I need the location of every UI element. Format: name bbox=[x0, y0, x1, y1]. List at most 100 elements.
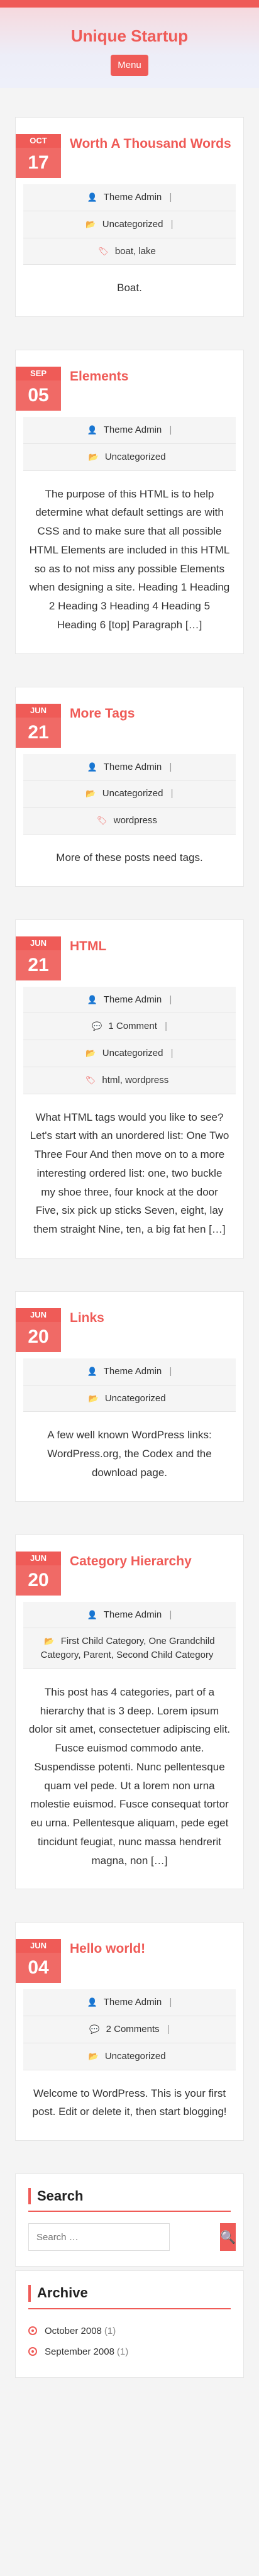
meta-separator: | bbox=[169, 994, 172, 1005]
archive-item: September 2008 (1) bbox=[28, 2341, 231, 2362]
post-meta-row: 📂 Uncategorized | bbox=[23, 211, 236, 238]
post-meta-text[interactable]: wordpress bbox=[114, 815, 157, 826]
post-date: JUN 21 bbox=[16, 703, 61, 748]
post-title[interactable]: Elements bbox=[70, 368, 128, 385]
search-button[interactable]: 🔍 bbox=[220, 2223, 236, 2251]
user-icon: 👤 bbox=[87, 1609, 97, 1619]
main-content: OCT 17 Worth A Thousand Words 👤 Theme Ad… bbox=[0, 88, 259, 2378]
archive-link[interactable]: October 2008 bbox=[45, 2326, 102, 2336]
post-date-day: 04 bbox=[16, 1953, 61, 1984]
search-icon: 🔍 bbox=[220, 2230, 236, 2245]
post-meta: 👤 Theme Admin | 📂 Uncategorized | 🏷 boat… bbox=[23, 184, 236, 265]
post-date: OCT 17 bbox=[16, 134, 61, 178]
post-title[interactable]: Category Hierarchy bbox=[70, 1553, 192, 1570]
site-header: Unique Startup Menu bbox=[0, 8, 259, 88]
post-meta-row: 👤 Theme Admin | bbox=[23, 1989, 236, 2016]
post-title[interactable]: Worth A Thousand Words bbox=[70, 135, 231, 152]
post-meta-text[interactable]: boat, lake bbox=[115, 246, 156, 257]
folder-icon: 📂 bbox=[85, 219, 96, 229]
post-excerpt: What HTML tags would you like to see? Le… bbox=[30, 1111, 229, 1236]
post-meta-text[interactable]: Theme Admin bbox=[104, 1609, 162, 1620]
post-list: OCT 17 Worth A Thousand Words 👤 Theme Ad… bbox=[15, 117, 244, 2141]
post-date: JUN 04 bbox=[16, 1939, 61, 1984]
comment-icon: 💬 bbox=[92, 1021, 102, 1031]
post-meta-row: 📂 Uncategorized | bbox=[23, 1040, 236, 1067]
post-meta-row: 📂 Uncategorized bbox=[23, 1385, 236, 1413]
post-meta-row: 🏷 wordpress bbox=[23, 808, 236, 835]
post-meta-text[interactable]: Uncategorized bbox=[105, 2051, 166, 2062]
user-icon: 👤 bbox=[87, 192, 97, 202]
post-header: JUN 20 Links bbox=[16, 1307, 236, 1352]
post-meta-text[interactable]: Theme Admin bbox=[104, 994, 162, 1005]
post-meta-text[interactable]: Uncategorized bbox=[105, 452, 166, 462]
post-meta-text[interactable]: 2 Comments bbox=[106, 2024, 160, 2035]
post-meta-text[interactable]: Uncategorized bbox=[102, 1048, 163, 1058]
post-meta-text[interactable]: Theme Admin bbox=[104, 1366, 162, 1377]
post-card: OCT 17 Worth A Thousand Words 👤 Theme Ad… bbox=[15, 117, 244, 317]
widget-divider bbox=[28, 2211, 231, 2212]
post-header: JUN 21 More Tags bbox=[16, 703, 236, 748]
post-meta-row: 📂 First Child Category, One Grandchild C… bbox=[23, 1628, 236, 1669]
post-meta-row: 👤 Theme Admin | bbox=[23, 1358, 236, 1385]
post-meta-text[interactable]: Theme Admin bbox=[104, 425, 162, 435]
tag-icon: 🏷 bbox=[98, 246, 109, 256]
post-meta-text[interactable]: Theme Admin bbox=[104, 1997, 162, 2007]
post-meta: 👤 Theme Admin | 💬 1 Comment | 📂 Uncatego… bbox=[23, 986, 236, 1094]
post-meta-text[interactable]: Uncategorized bbox=[102, 788, 163, 799]
tag-icon: 🏷 bbox=[97, 816, 107, 825]
post-meta-row: 👤 Theme Admin | bbox=[23, 184, 236, 211]
post-header: OCT 17 Worth A Thousand Words bbox=[16, 134, 236, 178]
meta-separator: | bbox=[167, 2024, 170, 2035]
post-title[interactable]: HTML bbox=[70, 938, 106, 955]
meta-separator: | bbox=[169, 425, 172, 435]
post-header: JUN 20 Category Hierarchy bbox=[16, 1551, 236, 1596]
circle-dot-icon bbox=[28, 2347, 37, 2357]
post-meta-text[interactable]: Theme Admin bbox=[104, 192, 162, 203]
search-input[interactable] bbox=[28, 2223, 170, 2251]
post-date: JUN 20 bbox=[16, 1307, 61, 1352]
post-excerpt: Boat. bbox=[117, 282, 142, 294]
meta-separator: | bbox=[169, 1609, 172, 1620]
archive-count: (1) bbox=[104, 2325, 116, 2336]
post-title[interactable]: Hello world! bbox=[70, 1940, 145, 1957]
post-meta-row: 📂 Uncategorized bbox=[23, 2043, 236, 2070]
post-meta-row: 👤 Theme Admin | bbox=[23, 417, 236, 444]
post-date: SEP 05 bbox=[16, 367, 61, 411]
site-title[interactable]: Unique Startup bbox=[0, 26, 259, 46]
comment-icon: 💬 bbox=[89, 2024, 100, 2034]
post-date-day: 20 bbox=[16, 1321, 61, 1352]
post-date-day: 17 bbox=[16, 148, 61, 178]
post-meta-text[interactable]: First Child Category, One Grandchild Cat… bbox=[41, 1636, 215, 1660]
post-excerpt: This post has 4 categories, part of a hi… bbox=[28, 1685, 231, 1867]
post-meta-text[interactable]: html, wordpress bbox=[102, 1075, 168, 1085]
post-meta-row: 📂 Uncategorized bbox=[23, 443, 236, 471]
post-title[interactable]: Links bbox=[70, 1309, 104, 1326]
user-icon: 👤 bbox=[87, 1997, 97, 2007]
post-meta-text[interactable]: Uncategorized bbox=[105, 1393, 166, 1404]
post-meta: 👤 Theme Admin | 📂 Uncategorized bbox=[23, 1358, 236, 1413]
post-meta-row: 👤 Theme Admin | bbox=[23, 986, 236, 1014]
post-card: JUN 04 Hello world! 👤 Theme Admin | 💬 2 … bbox=[15, 1922, 244, 2141]
archive-link[interactable]: September 2008 bbox=[45, 2346, 114, 2357]
menu-button[interactable]: Menu bbox=[111, 55, 148, 76]
meta-separator: | bbox=[170, 788, 174, 799]
post-meta-text[interactable]: Theme Admin bbox=[104, 762, 162, 772]
user-icon: 👤 bbox=[87, 1366, 97, 1376]
post-date-month: JUN bbox=[16, 1551, 61, 1565]
post-card: JUN 21 More Tags 👤 Theme Admin | 📂 Uncat… bbox=[15, 686, 244, 887]
post-meta: 👤 Theme Admin | 📂 First Child Category, … bbox=[23, 1601, 236, 1669]
post-date-month: SEP bbox=[16, 367, 61, 380]
post-meta: 👤 Theme Admin | 💬 2 Comments | 📂 Uncateg… bbox=[23, 1989, 236, 2070]
meta-separator: | bbox=[169, 1997, 172, 2008]
post-title[interactable]: More Tags bbox=[70, 705, 135, 722]
post-date-day: 21 bbox=[16, 717, 61, 748]
post-meta-row: 💬 2 Comments | bbox=[23, 2016, 236, 2043]
post-meta: 👤 Theme Admin | 📂 Uncategorized bbox=[23, 417, 236, 471]
post-meta-text[interactable]: Uncategorized bbox=[102, 219, 163, 230]
post-meta-text[interactable]: 1 Comment bbox=[108, 1021, 157, 1031]
post-date: JUN 20 bbox=[16, 1551, 61, 1596]
post-header: JUN 04 Hello world! bbox=[16, 1939, 236, 1984]
meta-separator: | bbox=[165, 1021, 167, 1032]
post-meta: 👤 Theme Admin | 📂 Uncategorized | 🏷 word… bbox=[23, 753, 236, 835]
post-header: SEP 05 Elements bbox=[16, 367, 236, 411]
